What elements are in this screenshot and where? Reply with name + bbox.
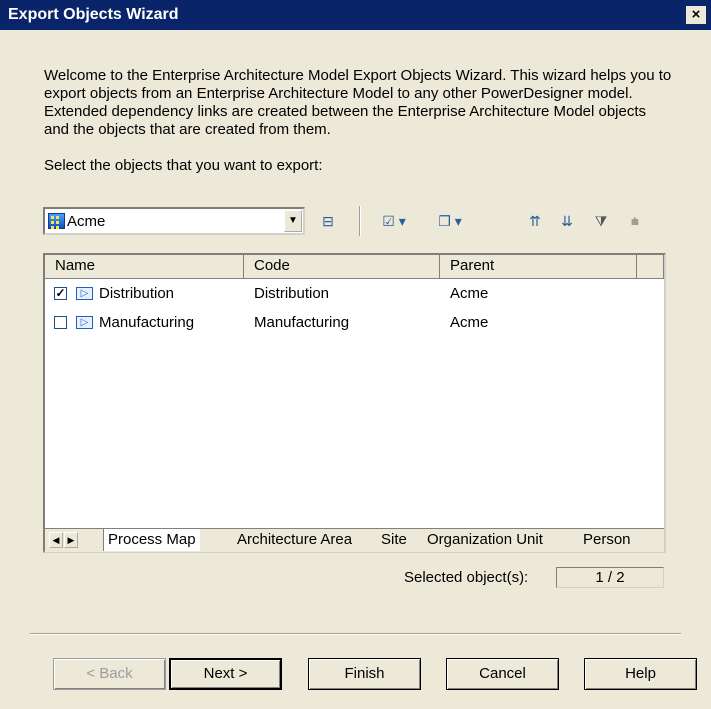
row-checkbox[interactable] (54, 316, 67, 329)
column-header-code[interactable]: Code (244, 255, 440, 279)
close-icon[interactable]: × (686, 6, 706, 24)
cancel-button[interactable]: Cancel (446, 658, 559, 690)
selected-objects-count: 1 / 2 (556, 567, 664, 588)
tab-architecture-area[interactable]: Architecture Area (233, 529, 356, 551)
cell-code: Distribution (254, 285, 330, 302)
deselect-all-dropdown[interactable]: ❐ ▾ (428, 209, 472, 233)
toolbar-separator (359, 206, 361, 236)
dropdown-arrow-icon[interactable]: ▼ (284, 210, 302, 232)
cell-name: Distribution (99, 285, 175, 302)
tab-site[interactable]: Site (377, 529, 411, 551)
filter-icon[interactable]: ⧩ (590, 209, 612, 233)
column-header-filler (637, 255, 664, 279)
finish-button[interactable]: Finish (308, 658, 421, 690)
select-all-dropdown[interactable]: ☑ ▾ (372, 209, 416, 233)
column-header-name[interactable]: Name (45, 255, 244, 279)
cell-code: Manufacturing (254, 314, 350, 331)
model-selector[interactable]: Acme ▼ (43, 207, 305, 235)
help-button[interactable]: Help (584, 658, 697, 690)
move-to-bottom-icon[interactable]: ⇊ (556, 209, 578, 233)
selected-objects-label: Selected object(s): (404, 569, 529, 586)
tab-process-map[interactable]: Process Map (103, 529, 200, 551)
object-type-tabs: ◀ ▶ Process Map Architecture Area Site O… (45, 528, 664, 552)
table-row[interactable]: ▷ Manufacturing Manufacturing Acme (45, 310, 664, 336)
back-button[interactable]: < Back (53, 658, 166, 690)
window-title: Export Objects Wizard (8, 6, 179, 23)
cell-name: Manufacturing (99, 314, 195, 331)
move-to-top-icon[interactable]: ⇈ (524, 209, 546, 233)
next-button[interactable]: Next > (169, 658, 282, 690)
cell-parent: Acme (450, 285, 489, 302)
objects-list[interactable]: Name Code Parent ✓ ▷ Distribution Distri… (43, 253, 666, 553)
title-bar: Export Objects Wizard × (0, 0, 711, 30)
filter-columns-icon[interactable]: ⩧ (624, 209, 646, 233)
row-checkbox[interactable]: ✓ (54, 287, 67, 300)
button-divider (30, 633, 681, 635)
table-row[interactable]: ✓ ▷ Distribution Distribution Acme (45, 281, 664, 307)
intro-text: Welcome to the Enterprise Architecture M… (44, 67, 672, 138)
tab-organization-unit[interactable]: Organization Unit (423, 529, 547, 551)
select-prompt: Select the objects that you want to expo… (44, 157, 323, 174)
tab-person[interactable]: Person (579, 529, 635, 551)
process-map-icon: ▷ (76, 287, 93, 300)
cell-parent: Acme (450, 314, 489, 331)
tab-scroll-left-icon[interactable]: ◀ (49, 532, 63, 548)
model-icon (48, 213, 65, 229)
process-map-icon: ▷ (76, 316, 93, 329)
model-selector-value: Acme (67, 213, 106, 230)
tab-scroll-right-icon[interactable]: ▶ (64, 532, 78, 548)
column-header-parent[interactable]: Parent (440, 255, 637, 279)
include-submodels-icon[interactable]: ⊟ (316, 209, 340, 233)
